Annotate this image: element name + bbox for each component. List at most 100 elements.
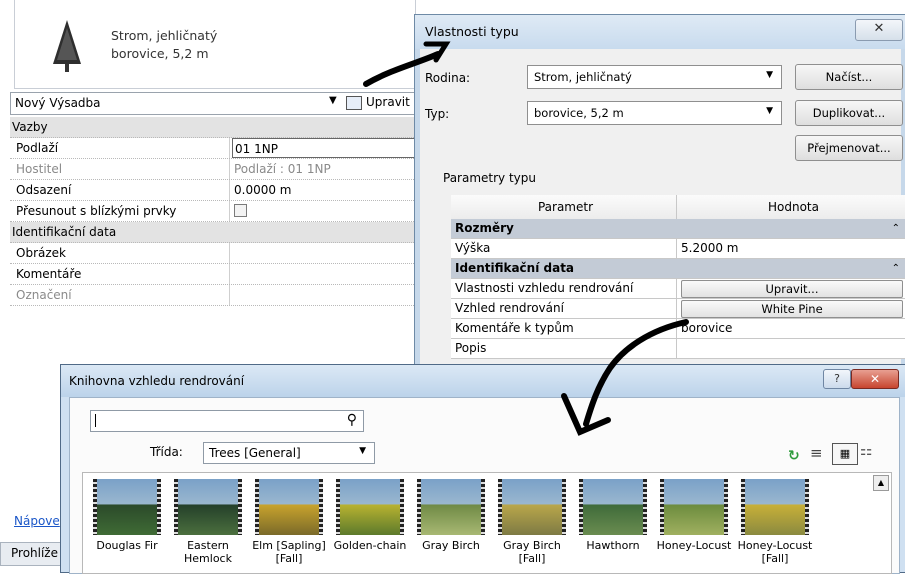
- parameter-value[interactable]: borovice: [679, 319, 905, 338]
- conifer-thumbnail-icon: [53, 20, 81, 72]
- film-strip-left: [336, 479, 340, 535]
- rename-button[interactable]: Přejmenovat...: [795, 135, 903, 161]
- tree-thumbnail: [579, 479, 647, 535]
- checkbox[interactable]: [234, 204, 247, 217]
- property-value[interactable]: [232, 285, 416, 305]
- collapse-icon[interactable]: ⌃: [892, 259, 900, 278]
- type-properties-dialog: Vlastnosti typu ✕ Rodina: Strom, jehličn…: [414, 14, 905, 416]
- chevron-down-icon: ▼: [766, 106, 773, 116]
- property-value[interactable]: 01 1NP: [232, 138, 416, 158]
- property-row[interactable]: Komentáře: [10, 264, 416, 285]
- property-label: Přesunout s blízkými prvky: [10, 201, 230, 221]
- property-row[interactable]: Obrázek: [10, 243, 416, 264]
- collapse-icon[interactable]: ⌃: [892, 219, 900, 238]
- appearance-name: Hawthorn: [586, 539, 640, 552]
- chevron-down-icon: ▼: [766, 70, 773, 80]
- type-preview: Strom, jehličnatý borovice, 5,2 m: [14, 0, 416, 89]
- type-combo[interactable]: borovice, 5,2 m ▼: [527, 101, 782, 125]
- edit-type-label: Upravit: [366, 95, 410, 109]
- property-value[interactable]: Podlaží : 01 1NP: [232, 159, 416, 179]
- tree-thumbnail: [174, 479, 242, 535]
- family-label: Rodina:: [425, 71, 471, 85]
- duplicate-button[interactable]: Duplikovat...: [795, 100, 903, 126]
- instance-selector-label: Nový Výsadba: [15, 96, 101, 110]
- search-icon[interactable]: ⚲: [347, 412, 357, 428]
- dialog-body: ⚲ Třída: Trees [General] ▼ ↻ ≡ ▦ ⚏ Dougl…: [69, 397, 900, 574]
- appearance-name: Elm [Sapling] [Fall]: [252, 539, 326, 565]
- column-header-value[interactable]: Hodnota: [679, 195, 905, 219]
- parameter-value[interactable]: [679, 339, 905, 358]
- film-strip-left: [417, 479, 421, 535]
- type-family: Strom, jehličnatý: [111, 28, 218, 43]
- parameter-row[interactable]: Vzhled rendrování White Pine: [451, 299, 905, 319]
- property-row[interactable]: Podlaží 01 1NP: [10, 138, 416, 159]
- help-button[interactable]: ?: [823, 369, 851, 389]
- property-group: Identifikační data: [10, 222, 416, 243]
- parameter-value[interactable]: White Pine: [679, 299, 905, 318]
- property-value[interactable]: [232, 264, 416, 284]
- property-row[interactable]: Označení: [10, 285, 416, 306]
- film-strip-right: [724, 479, 728, 535]
- search-input[interactable]: ⚲: [90, 410, 364, 432]
- property-value[interactable]: [232, 243, 416, 263]
- tree-thumbnail: [417, 479, 485, 535]
- appearance-name: Honey-Locust: [656, 539, 732, 552]
- parameter-value[interactable]: 5.2000 m: [679, 239, 905, 258]
- property-label: Odsazení: [10, 180, 230, 200]
- film-strip-right: [643, 479, 647, 535]
- film-strip-left: [174, 479, 178, 535]
- scroll-up-icon[interactable]: ▲: [873, 475, 889, 491]
- large-thumbnail-view-icon[interactable]: ⚏: [860, 443, 873, 459]
- thumbnail-view-icon[interactable]: ▦: [832, 443, 858, 465]
- load-button[interactable]: Načíst...: [795, 64, 903, 90]
- parameter-value-button[interactable]: White Pine: [681, 300, 903, 318]
- parameter-value[interactable]: Upravit...: [679, 279, 905, 298]
- property-value[interactable]: [232, 201, 416, 221]
- property-row[interactable]: Odsazení 0.0000 m: [10, 180, 416, 201]
- table-header: Parametr Hodnota: [451, 195, 905, 220]
- appearance-name: Gray Birch [Fall]: [503, 539, 561, 565]
- parameter-group-label: Identifikační data: [455, 261, 575, 275]
- property-row[interactable]: Hostitel Podlaží : 01 1NP: [10, 159, 416, 180]
- parameter-row[interactable]: Výška 5.2000 m: [451, 239, 905, 259]
- family-value: Strom, jehličnatý: [534, 70, 632, 84]
- dialog-titlebar[interactable]: Vlastnosti typu ✕: [415, 15, 905, 49]
- type-name: Strom, jehličnatý borovice, 5,2 m: [111, 27, 217, 63]
- close-icon: ✕: [873, 21, 885, 36]
- parameter-value-button[interactable]: Upravit...: [681, 280, 903, 298]
- tree-thumbnail: [741, 479, 809, 535]
- chevron-down-icon: ▼: [329, 95, 337, 106]
- tree-thumbnail: [255, 479, 323, 535]
- property-group-label: Vazby: [12, 120, 48, 134]
- refresh-icon[interactable]: ↻: [788, 448, 800, 464]
- film-strip-left: [255, 479, 259, 535]
- parameter-row[interactable]: Vlastnosti vzhledu rendrování Upravit...: [451, 279, 905, 299]
- close-button[interactable]: ✕: [855, 19, 903, 41]
- close-button[interactable]: ✕: [851, 369, 899, 389]
- property-value[interactable]: 0.0000 m: [232, 180, 416, 200]
- property-group: Vazby: [10, 117, 416, 138]
- question-icon: ?: [834, 372, 840, 385]
- render-appearance-library-dialog: Knihovna vzhledu rendrování ? ✕ ⚲ Třída:…: [60, 364, 905, 574]
- class-combo[interactable]: Trees [General] ▼: [203, 442, 375, 464]
- list-view-icon[interactable]: ≡: [810, 444, 823, 462]
- appearance-name: Eastern Hemlock: [184, 539, 232, 565]
- dialog-title: Knihovna vzhledu rendrování: [69, 374, 245, 388]
- property-group-label: Identifikační data: [12, 225, 117, 239]
- chevron-down-icon: ▼: [359, 446, 366, 456]
- dialog-titlebar[interactable]: Knihovna vzhledu rendrování ? ✕: [61, 365, 905, 397]
- dialog-title: Vlastnosti typu: [425, 24, 519, 39]
- appearance-name: Golden-chain: [333, 539, 407, 552]
- parameter-row[interactable]: Popis: [451, 339, 905, 359]
- edit-type-icon: [346, 96, 362, 110]
- parameter-row[interactable]: Komentáře k typům borovice: [451, 319, 905, 339]
- help-link[interactable]: Nápove: [14, 514, 60, 528]
- property-row[interactable]: Přesunout s blízkými prvky: [10, 201, 416, 222]
- property-label: Obrázek: [10, 243, 230, 263]
- film-strip-left: [498, 479, 502, 535]
- column-header-parameter[interactable]: Parametr: [451, 195, 677, 219]
- appearance-name: Honey-Locust [Fall]: [737, 539, 813, 565]
- tree-thumbnail: [660, 479, 728, 535]
- tree-thumbnail: [93, 479, 161, 535]
- family-combo[interactable]: Strom, jehličnatý ▼: [527, 65, 782, 89]
